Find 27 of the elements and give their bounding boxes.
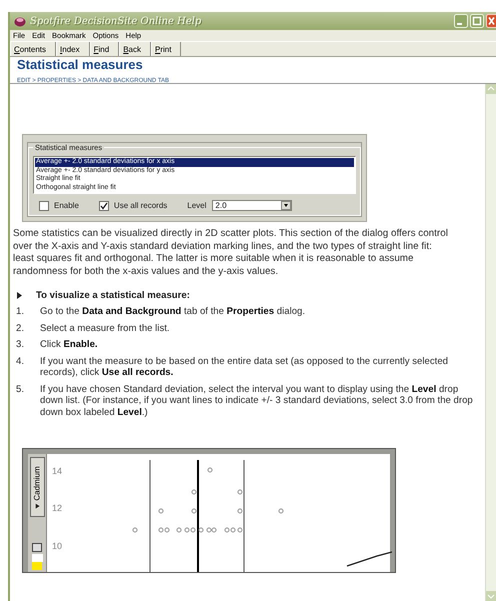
axis-tab[interactable]: Cadmium — [30, 457, 44, 518]
step-text: Go to the Data and Background tab of the Properties dialog. — [40, 306, 306, 318]
y-tick-label: 10 — [52, 541, 62, 552]
toolbar-button[interactable]: Back — [119, 42, 151, 56]
step-text: If you want the measure to be based on the entire data set (as opposed to the currently selected records), click Use all records. — [40, 356, 449, 379]
y-tick-label: 12 — [52, 503, 62, 514]
step-number: 3. — [15, 339, 26, 351]
step-text: If you have chosen Standard deviation, select the interval you want to display using the Level drop down list. (For instance, if you want lines to indicate +/- 3 standard deviations, select 3.0 from the drop down box labeled Level.) — [40, 384, 474, 418]
step-text: Select a measure from the list. — [40, 322, 170, 334]
page-title: Statistical measures — [17, 58, 144, 72]
procedure-heading: To visualize a statistical measure: — [36, 290, 190, 302]
intro-paragraph: Some statistics can be visualized directly in 2D scatter plots. This section of the dialog offers control over the X-axis and Y-axis standard deviation marking lines, and the two types of straight line fit: least squares fit and orthogonal. The latter is more suitable when it is reasonable to assume randomness for both the x-axis values and the y-axis values. — [13, 228, 449, 278]
checkbox-label: Enable — [54, 201, 79, 210]
toolbar-button[interactable]: Find — [90, 42, 120, 56]
toolbar-button[interactable]: Index — [56, 42, 90, 56]
step-text: Click Enable. — [40, 339, 98, 351]
step-number: 4. — [15, 356, 26, 369]
step-number: 5. — [15, 384, 26, 397]
toolbar-button[interactable]: Contents — [10, 42, 56, 56]
checkbox-label: Use all records — [114, 201, 168, 210]
level-dropdown[interactable]: 2.0 — [212, 200, 292, 212]
step-number: 2. — [15, 322, 26, 334]
toolbar-button[interactable]: Print — [151, 42, 182, 56]
y-tick-label: 14 — [52, 466, 62, 476]
window-title: Spotfire DecisionSite Online Help — [30, 16, 202, 26]
level-label: Level — [187, 201, 206, 210]
step-number: 1. — [15, 306, 26, 318]
